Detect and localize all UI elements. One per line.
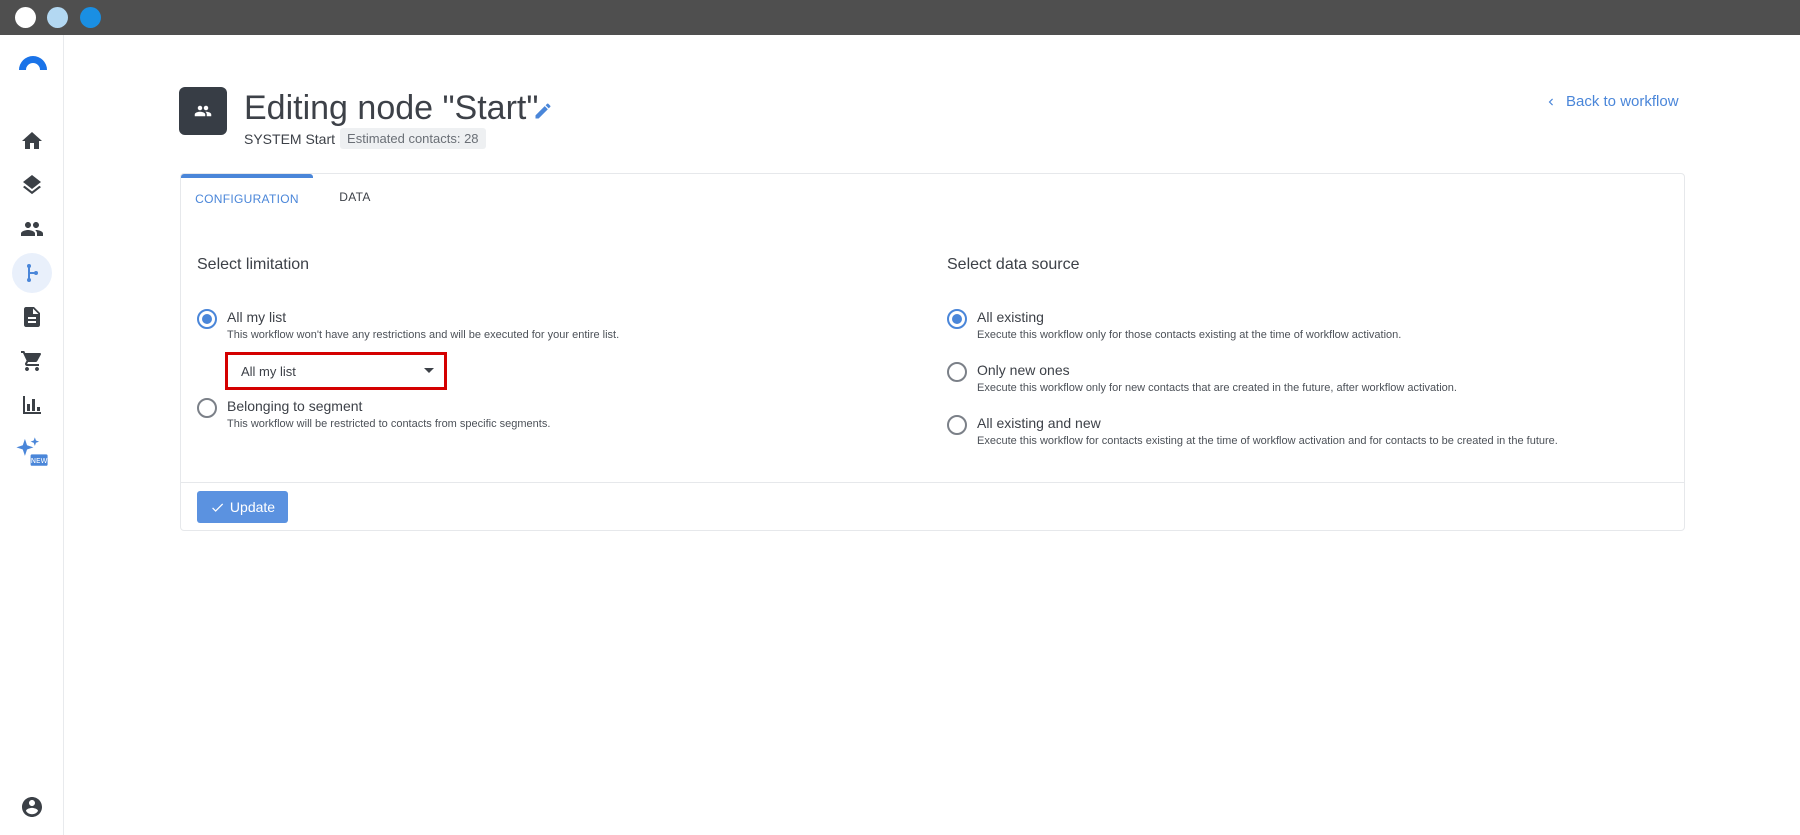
sidebar-item-reports[interactable]: [12, 385, 52, 425]
update-button-label: Update: [229, 499, 276, 515]
node-type-label: SYSTEM Start: [244, 130, 336, 147]
document-icon: [24, 307, 40, 327]
sidebar-item-account[interactable]: [12, 787, 52, 827]
bar-chart-icon: [23, 396, 41, 414]
option-description: Execute this workflow only for new conta…: [977, 382, 1457, 394]
option-label: All my list: [227, 309, 287, 325]
sidebar-item-documents[interactable]: [12, 297, 52, 337]
tab-configuration[interactable]: CONFIGURATION: [181, 174, 313, 220]
people-icon: [21, 222, 43, 236]
data-source-option-only-new[interactable]: Only new ones Execute this workflow only…: [947, 361, 1457, 396]
sidebar-item-contacts[interactable]: [12, 209, 52, 249]
option-label: Only new ones: [977, 362, 1070, 378]
radio-all-my-list[interactable]: [197, 309, 217, 329]
sidebar-item-layers[interactable]: [12, 165, 52, 205]
layers-icon: [23, 175, 41, 195]
app-logo[interactable]: [17, 53, 49, 71]
caret-down-icon: [424, 368, 434, 373]
data-source-option-all-existing[interactable]: All existing Execute this workflow only …: [947, 308, 1401, 343]
radio-all-existing-and-new[interactable]: [947, 415, 967, 435]
sidebar-item-workflows[interactable]: [12, 253, 52, 293]
window-titlebar: [0, 0, 1800, 35]
node-subline: SYSTEM Start Estimated contacts: 28: [244, 128, 486, 149]
option-description: This workflow won't have any restriction…: [227, 329, 620, 341]
window-close-dot[interactable]: [15, 7, 36, 28]
sidebar-item-ai-new[interactable]: NEW: [12, 433, 52, 473]
account-circle-icon: [22, 797, 42, 817]
sidebar-item-commerce[interactable]: [12, 341, 52, 381]
option-description: Execute this workflow for contacts exist…: [977, 435, 1558, 447]
data-source-section-title: Select data source: [947, 256, 1080, 273]
card-divider: [181, 482, 1684, 483]
workflow-icon: [27, 264, 38, 282]
option-description: Execute this workflow only for those con…: [977, 329, 1402, 341]
sparkle-new-icon: NEW: [16, 437, 48, 466]
home-icon: [22, 132, 42, 149]
radio-belonging-to-segment[interactable]: [197, 398, 217, 418]
estimated-contacts-badge: Estimated contacts: 28: [340, 128, 486, 149]
limitation-select[interactable]: All my list: [225, 352, 447, 390]
tab-data[interactable]: DATA: [313, 174, 397, 220]
update-button[interactable]: Update: [197, 491, 288, 523]
window-minimize-dot[interactable]: [47, 7, 68, 28]
people-icon: [194, 105, 212, 117]
data-source-option-all-existing-and-new[interactable]: All existing and new Execute this workfl…: [947, 414, 1558, 449]
option-label: All existing: [977, 309, 1044, 325]
sidebar: NEW: [0, 35, 64, 835]
limitation-option-segment[interactable]: Belonging to segment This workflow will …: [197, 397, 550, 432]
cart-icon: [21, 351, 42, 371]
option-label: All existing and new: [977, 415, 1101, 431]
radio-only-new-ones[interactable]: [947, 362, 967, 382]
radio-all-existing[interactable]: [947, 309, 967, 329]
limitation-section-title: Select limitation: [197, 256, 310, 273]
config-card: CONFIGURATION DATA Select limitation All…: [180, 173, 1685, 531]
check-icon: [212, 502, 224, 512]
limitation-option-all-my-list[interactable]: All my list This workflow won't have any…: [197, 308, 619, 343]
tab-bar: CONFIGURATION DATA: [181, 174, 1684, 220]
option-description: This workflow will be restricted to cont…: [227, 418, 551, 430]
svg-text:NEW: NEW: [31, 456, 48, 465]
pencil-edit-icon[interactable]: [533, 101, 553, 121]
page-title: Editing node "Start": [244, 89, 539, 127]
sidebar-item-home[interactable]: [12, 121, 52, 161]
select-value: All my list: [241, 363, 296, 379]
option-label: Belonging to segment: [227, 398, 363, 414]
back-link-label: Back to workflow: [1566, 93, 1679, 110]
node-type-icon: [179, 87, 227, 135]
window-maximize-dot[interactable]: [80, 7, 101, 28]
chevron-left-icon: [1548, 98, 1553, 105]
back-to-workflow-link[interactable]: Back to workflow: [1544, 93, 1679, 110]
